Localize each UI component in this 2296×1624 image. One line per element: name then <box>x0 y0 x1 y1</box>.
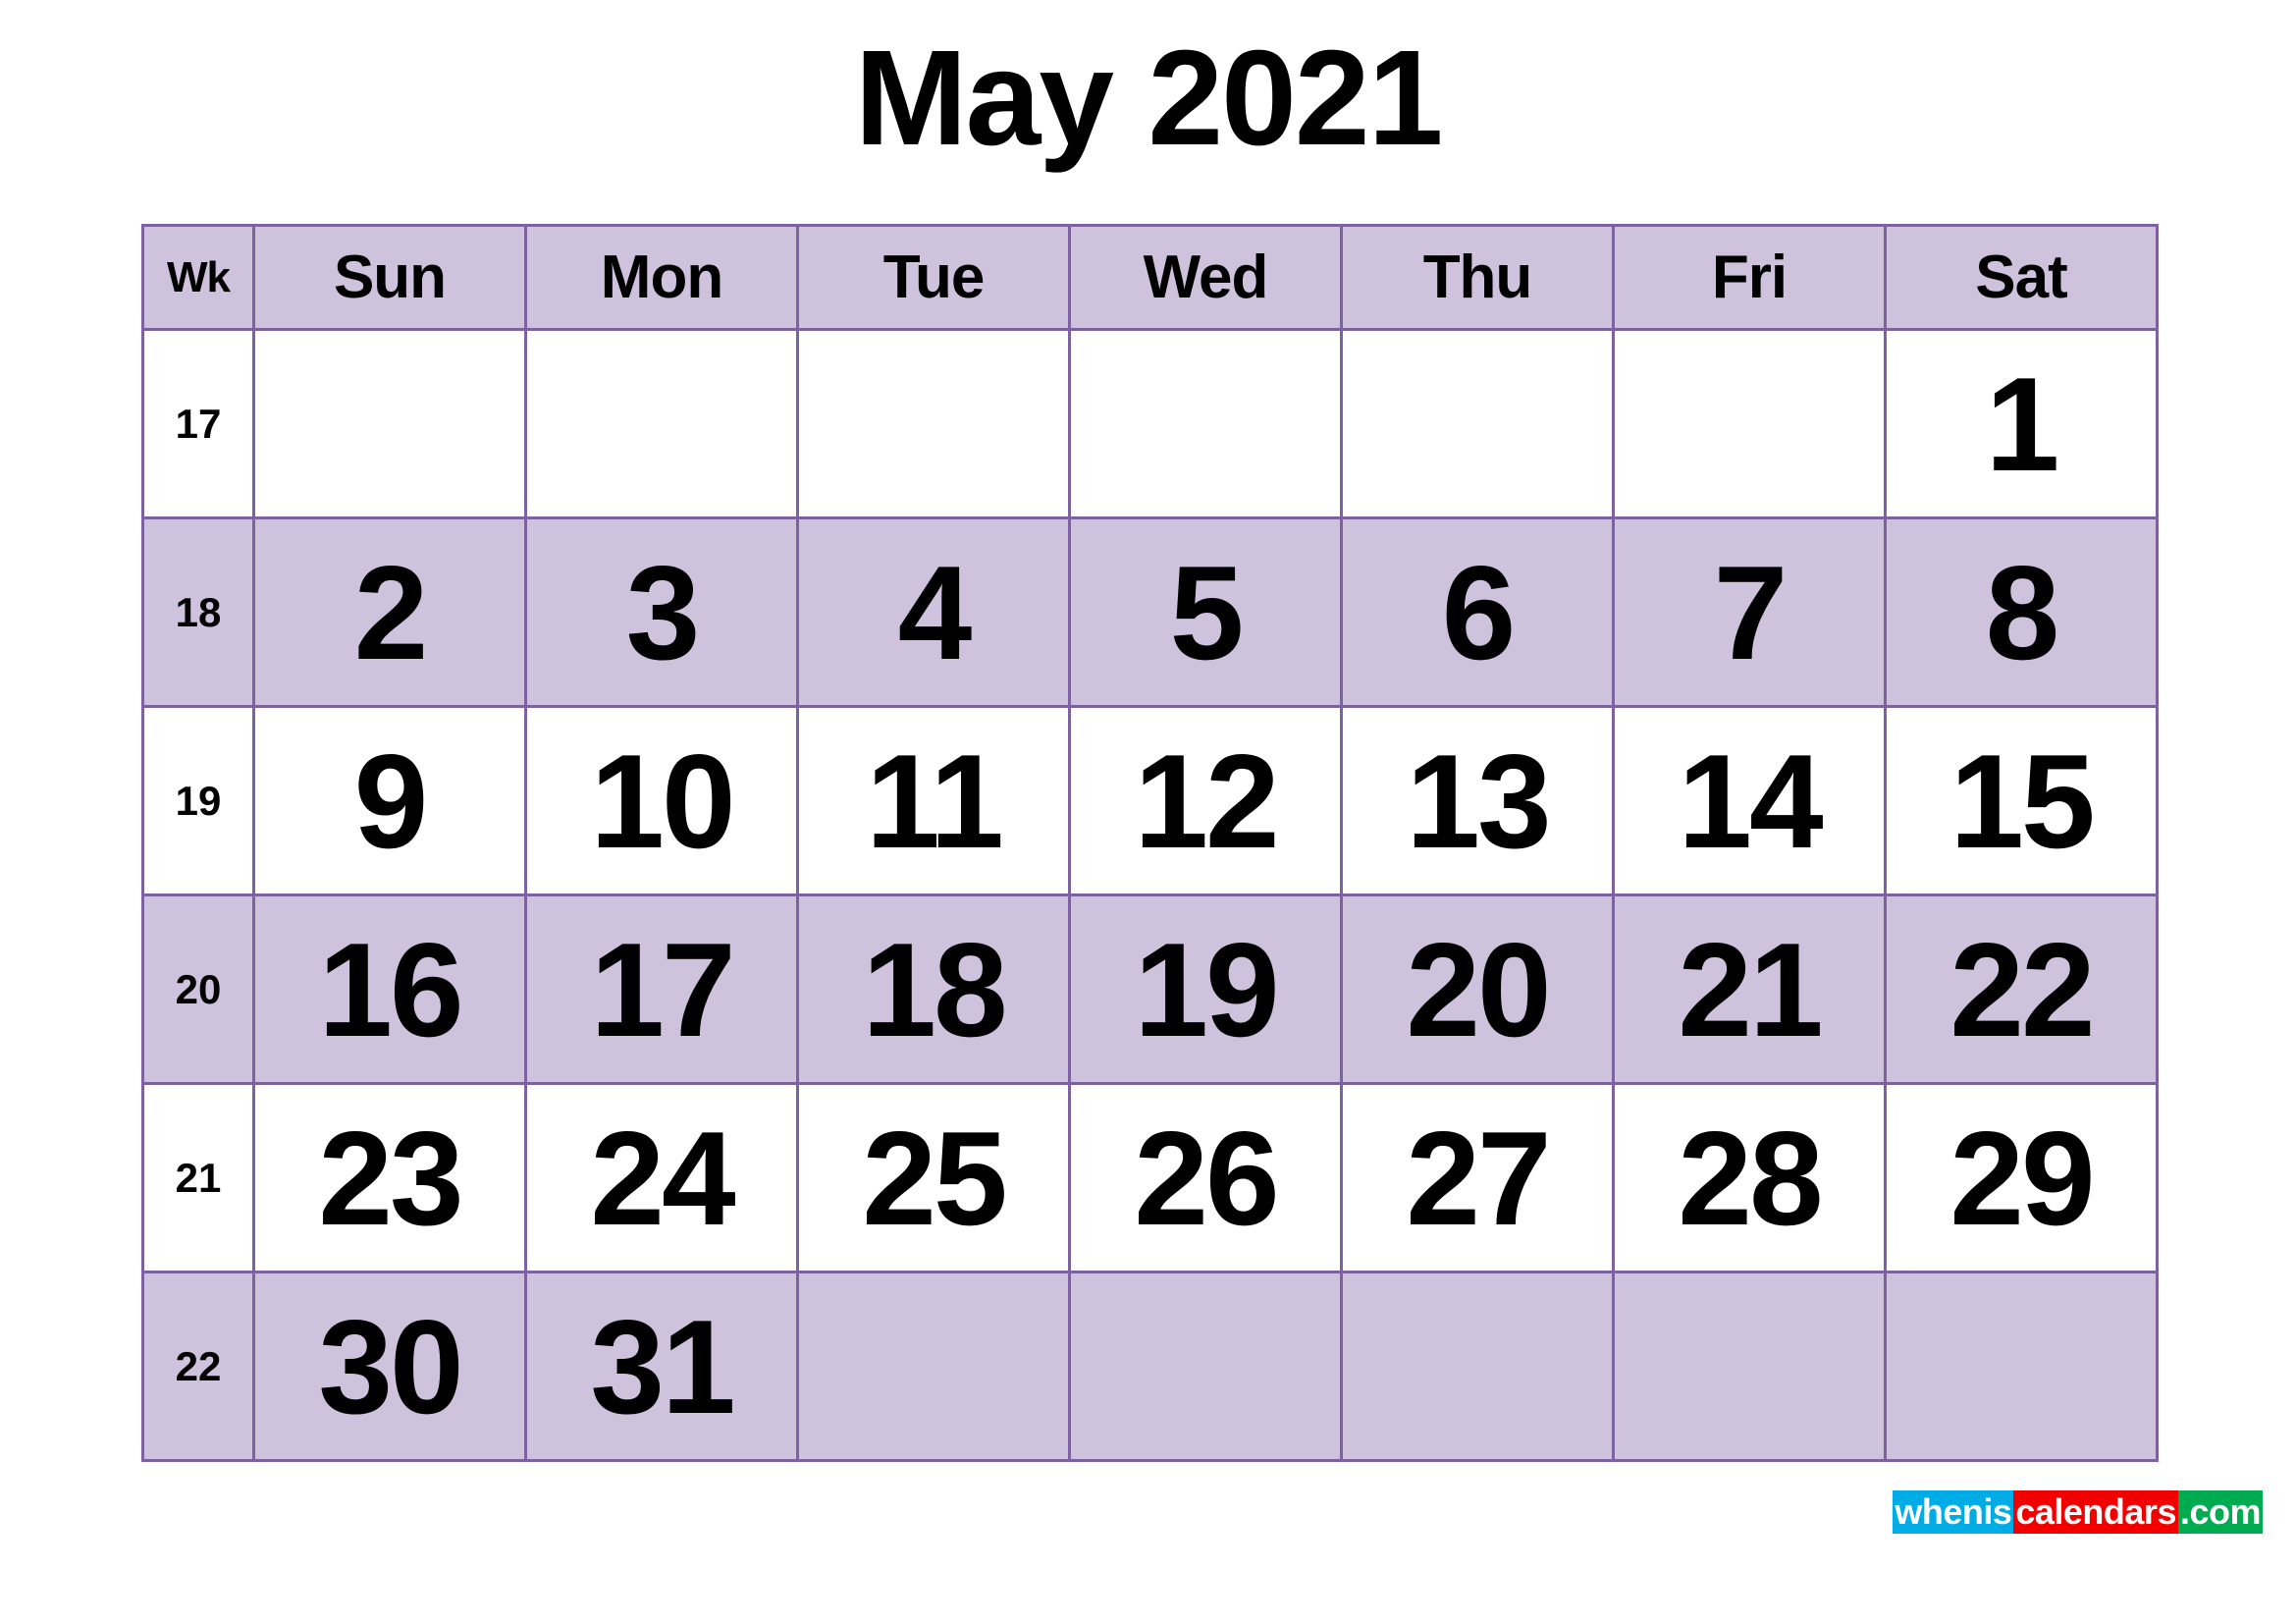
watermark-segment-dotcom: .com <box>2177 1490 2263 1534</box>
day-cell[interactable]: 17 <box>524 893 799 1085</box>
day-cell[interactable]: 6 <box>1340 516 1615 708</box>
day-cell[interactable]: 7 <box>1612 516 1887 708</box>
day-cell[interactable]: 24 <box>524 1082 799 1273</box>
calendar-week-row: 19 9 10 11 12 13 14 15 <box>141 705 2159 896</box>
day-cell[interactable]: 25 <box>796 1082 1071 1273</box>
calendar-table: Wk Sun Mon Tue Wed Thu Fri Sat 17 1 18 2 3 4 5… <box>141 224 2159 1462</box>
day-cell[interactable]: 10 <box>524 705 799 896</box>
week-number-cell: 19 <box>141 705 255 896</box>
day-cell[interactable]: 26 <box>1068 1082 1343 1273</box>
week-column-header: Wk <box>141 224 255 331</box>
day-cell[interactable]: 27 <box>1340 1082 1615 1273</box>
day-cell[interactable]: 20 <box>1340 893 1615 1085</box>
day-cell[interactable]: 5 <box>1068 516 1343 708</box>
day-cell[interactable]: 16 <box>252 893 527 1085</box>
watermark-segment-calendars: calendars <box>2013 1490 2178 1534</box>
day-cell-empty <box>524 328 799 519</box>
day-cell[interactable]: 14 <box>1612 705 1887 896</box>
week-number-cell: 18 <box>141 516 255 708</box>
day-cell[interactable]: 13 <box>1340 705 1615 896</box>
watermark: whenis calendars .com <box>1893 1490 2263 1534</box>
day-cell[interactable]: 22 <box>1884 893 2159 1085</box>
header-row: Wk Sun Mon Tue Wed Thu Fri Sat <box>141 224 2159 331</box>
day-cell[interactable]: 18 <box>796 893 1071 1085</box>
day-cell-empty <box>1884 1271 2159 1462</box>
day-header-thu: Thu <box>1340 224 1615 331</box>
day-cell-empty <box>252 328 527 519</box>
calendar-week-row: 18 2 3 4 5 6 7 8 <box>141 516 2159 708</box>
day-cell-empty <box>1068 328 1343 519</box>
day-cell[interactable]: 23 <box>252 1082 527 1273</box>
day-header-tue: Tue <box>796 224 1071 331</box>
day-cell-empty <box>1068 1271 1343 1462</box>
day-cell[interactable]: 4 <box>796 516 1071 708</box>
page-title: May 2021 <box>854 23 1444 174</box>
day-cell[interactable]: 30 <box>252 1271 527 1462</box>
day-cell[interactable]: 28 <box>1612 1082 1887 1273</box>
day-cell-empty <box>796 328 1071 519</box>
day-cell[interactable]: 8 <box>1884 516 2159 708</box>
day-header-sun: Sun <box>252 224 527 331</box>
day-cell[interactable]: 11 <box>796 705 1071 896</box>
day-cell-empty <box>1612 1271 1887 1462</box>
day-cell[interactable]: 21 <box>1612 893 1887 1085</box>
day-cell-empty <box>1612 328 1887 519</box>
day-cell[interactable]: 15 <box>1884 705 2159 896</box>
calendar-week-row: 21 23 24 25 26 27 28 29 <box>141 1082 2159 1273</box>
day-cell[interactable]: 9 <box>252 705 527 896</box>
watermark-segment-whenis: whenis <box>1893 1490 2014 1534</box>
day-cell-empty <box>1340 1271 1615 1462</box>
calendar-week-row: 22 30 31 <box>141 1271 2159 1462</box>
day-header-wed: Wed <box>1068 224 1343 331</box>
week-number-cell: 20 <box>141 893 255 1085</box>
day-cell[interactable]: 12 <box>1068 705 1343 896</box>
day-cell-empty <box>1340 328 1615 519</box>
calendar-header: Wk Sun Mon Tue Wed Thu Fri Sat <box>141 224 2159 331</box>
week-number-cell: 21 <box>141 1082 255 1273</box>
day-cell[interactable]: 19 <box>1068 893 1343 1085</box>
day-cell[interactable]: 3 <box>524 516 799 708</box>
calendar-body: 17 1 18 2 3 4 5 6 7 8 19 9 10 11 12 13 14 15 20 16 17 18 19 20 2… <box>141 328 2159 1462</box>
day-header-sat: Sat <box>1884 224 2159 331</box>
day-cell[interactable]: 1 <box>1884 328 2159 519</box>
calendar-week-row: 17 1 <box>141 328 2159 519</box>
day-cell[interactable]: 31 <box>524 1271 799 1462</box>
day-header-mon: Mon <box>524 224 799 331</box>
calendar-week-row: 20 16 17 18 19 20 21 22 <box>141 893 2159 1085</box>
day-cell-empty <box>796 1271 1071 1462</box>
day-cell[interactable]: 29 <box>1884 1082 2159 1273</box>
day-cell[interactable]: 2 <box>252 516 527 708</box>
week-number-cell: 22 <box>141 1271 255 1462</box>
week-number-cell: 17 <box>141 328 255 519</box>
day-header-fri: Fri <box>1612 224 1887 331</box>
